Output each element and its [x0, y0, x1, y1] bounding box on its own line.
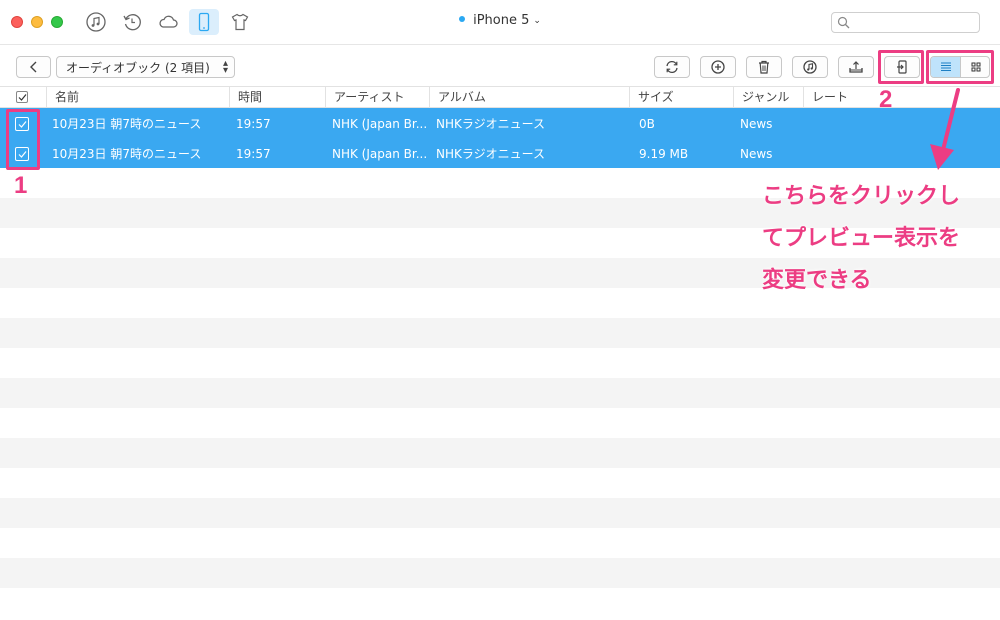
device-name[interactable]: iPhone 5	[473, 13, 529, 28]
cell-name: 10月23日 朝7時のニュース	[52, 147, 202, 161]
empty-row	[0, 588, 1000, 618]
cell-genre: News	[740, 147, 773, 161]
maximize-window-button[interactable]	[51, 16, 63, 28]
trash-icon	[759, 60, 769, 74]
column-header-rate[interactable]: レート	[803, 87, 1000, 108]
annotation-number-2: 2	[879, 86, 893, 113]
cloud-icon[interactable]	[155, 9, 181, 35]
annotation-arrow-icon	[930, 88, 960, 170]
empty-row	[0, 528, 1000, 558]
annotation-line-1: こちらをクリックし	[762, 184, 961, 209]
close-window-button[interactable]	[11, 16, 23, 28]
cell-time: 19:57	[236, 147, 271, 161]
highlight-view-toggle	[926, 50, 994, 84]
cell-time: 19:57	[236, 117, 271, 131]
search-input[interactable]	[854, 14, 976, 31]
empty-row	[0, 558, 1000, 588]
cell-size: 9.19 MB	[639, 147, 689, 161]
category-dropdown-label: オーディオブック (2 項目)	[66, 60, 210, 75]
music-icon[interactable]	[83, 9, 109, 35]
annotation-text: こちらをクリックし てプレビュー表示を 変更できる	[762, 176, 992, 302]
export-to-pc-icon	[849, 61, 863, 73]
cell-size: 0B	[639, 117, 655, 131]
phone-icon[interactable]	[189, 9, 219, 35]
cell-rate	[810, 138, 900, 168]
column-header-name[interactable]: 名前	[46, 87, 229, 108]
empty-row	[0, 498, 1000, 528]
empty-row	[0, 318, 1000, 348]
refresh-button[interactable]	[654, 56, 690, 78]
column-header-genre[interactable]: ジャンル	[733, 87, 803, 108]
annotation-line-3: 変更できる	[762, 268, 872, 293]
column-header-size[interactable]: サイズ	[629, 87, 733, 108]
refresh-icon	[666, 60, 678, 74]
cell-genre: News	[740, 117, 773, 131]
cell-album: NHKラジオニュース	[436, 117, 546, 131]
annotation-number-1: 1	[14, 172, 28, 199]
empty-row	[0, 468, 1000, 498]
export-to-pc-button[interactable]	[838, 56, 874, 78]
table-row[interactable]: 10月23日 朝7時のニュース 19:57 NHK (Japan Br... N…	[0, 108, 1000, 138]
empty-row	[0, 378, 1000, 408]
updown-arrows-icon: ▴ ▾	[222, 58, 228, 76]
table-row[interactable]: 10月23日 朝7時のニュース 19:57 NHK (Japan Br... N…	[0, 138, 1000, 168]
add-to-itunes-button[interactable]	[792, 56, 828, 78]
tshirt-icon[interactable]	[227, 9, 253, 35]
device-status-dot	[459, 16, 466, 22]
annotation-line-2: てプレビュー表示を	[762, 226, 961, 251]
select-all-column	[0, 87, 46, 108]
itunes-icon	[803, 60, 817, 74]
empty-row	[0, 348, 1000, 378]
title-bar: iPhone 5 ⌄	[0, 0, 1000, 45]
cell-artist: NHK (Japan Br...	[332, 147, 427, 161]
highlight-send-button	[878, 50, 924, 84]
column-header-album[interactable]: アルバム	[429, 87, 629, 108]
restore-icon[interactable]	[119, 9, 145, 35]
table-header: 名前 時間 アーティスト アルバム サイズ ジャンル レート	[0, 86, 1000, 108]
toolbar: オーディオブック (2 項目) ▴ ▾	[0, 46, 1000, 86]
highlight-checkboxes	[6, 109, 40, 170]
add-icon	[711, 60, 725, 74]
column-header-time[interactable]: 時間	[229, 87, 325, 108]
add-button[interactable]	[700, 56, 736, 78]
category-dropdown[interactable]: オーディオブック (2 項目) ▴ ▾	[56, 56, 235, 78]
checkmark-icon	[18, 94, 27, 101]
cell-album: NHKラジオニュース	[436, 147, 546, 161]
cell-artist: NHK (Japan Br...	[332, 117, 427, 131]
empty-row	[0, 438, 1000, 468]
delete-button[interactable]	[746, 56, 782, 78]
search-box[interactable]	[831, 12, 980, 33]
cell-name: 10月23日 朝7時のニュース	[52, 117, 202, 131]
column-header-artist[interactable]: アーティスト	[325, 87, 429, 108]
empty-row	[0, 408, 1000, 438]
back-button[interactable]	[16, 56, 51, 78]
minimize-window-button[interactable]	[31, 16, 43, 28]
chevron-down-icon[interactable]: ⌄	[533, 16, 541, 26]
chevron-left-icon	[29, 61, 36, 73]
select-all-checkbox[interactable]	[16, 91, 28, 103]
search-icon	[837, 16, 850, 29]
